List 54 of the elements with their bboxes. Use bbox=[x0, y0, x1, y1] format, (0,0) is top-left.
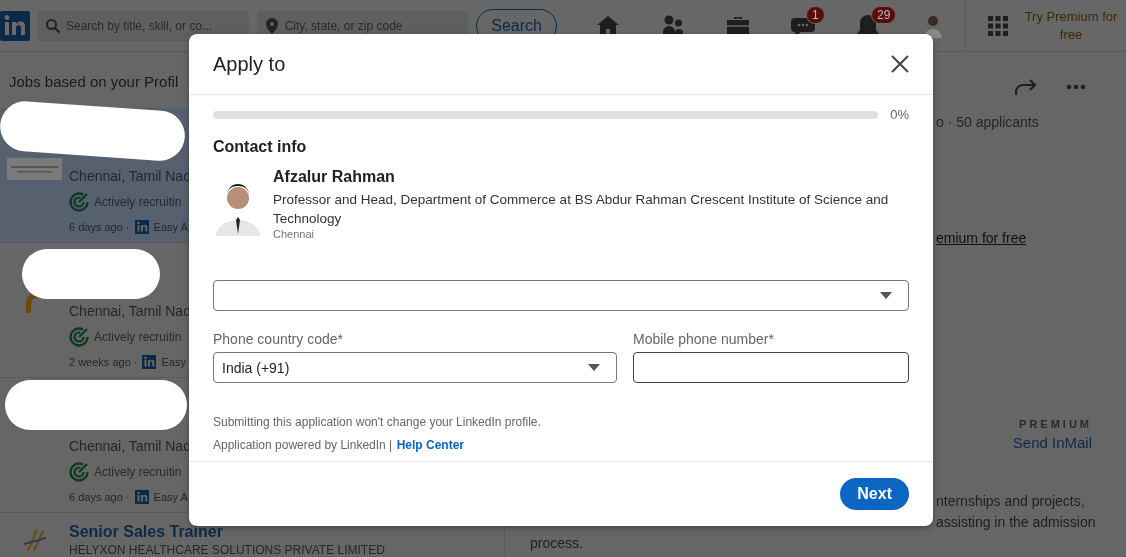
email-select[interactable] bbox=[213, 280, 909, 311]
job-description-text: nternships and projects, bbox=[936, 492, 1086, 511]
country-code-select[interactable]: India (+91) bbox=[213, 352, 617, 383]
linkedin-logo[interactable] bbox=[0, 10, 30, 41]
dropdown-caret-icon bbox=[588, 364, 600, 371]
help-center-link[interactable]: Help Center bbox=[396, 438, 465, 452]
field-label: Mobile phone number* bbox=[633, 331, 775, 347]
try-premium-link[interactable]: Try Premium for free bbox=[1016, 7, 1126, 44]
posted-time: 2 weeks ago · bbox=[69, 356, 138, 368]
job-description-text: assisting in the admission bbox=[936, 513, 1097, 532]
linkedin-icon bbox=[142, 355, 157, 369]
posted-time: 6 days ago · bbox=[69, 491, 130, 503]
job-list-heading: Jobs based on your Profil bbox=[9, 73, 179, 92]
recruiting-status: Actively recruitin bbox=[94, 465, 182, 479]
posted-time: 6 days ago · bbox=[69, 221, 130, 233]
easy-apply-label: Easy bbox=[161, 356, 186, 368]
mobile-phone-field[interactable] bbox=[633, 352, 909, 383]
send-inmail-link[interactable]: Send InMail bbox=[1012, 434, 1092, 451]
powered-by-text: Application powered by LinkedIn | bbox=[213, 438, 393, 452]
target-icon bbox=[69, 462, 89, 482]
linkedin-icon bbox=[134, 220, 149, 234]
job-description-text: process. bbox=[530, 534, 584, 553]
section-heading: Contact info bbox=[213, 138, 308, 156]
job-title-link[interactable]: Senior Sales Trainer bbox=[69, 523, 385, 541]
notification-badge: 29 bbox=[871, 5, 897, 24]
company-name: HELYXON HEALTHCARE SOLUTIONS PRIVATE LIMITED bbox=[69, 543, 385, 557]
linkedin-icon bbox=[134, 490, 149, 504]
premium-label: PREMIUM bbox=[1019, 418, 1092, 430]
company-logo-icon bbox=[7, 158, 62, 180]
company-logo-icon bbox=[23, 529, 46, 551]
apps-grid-icon[interactable] bbox=[986, 13, 1010, 38]
field-label: Phone country code* bbox=[213, 331, 344, 347]
recruiting-status: Actively recruitin bbox=[94, 330, 182, 344]
profile-headline: Professor and Head, Department of Commerce at BS Abdur Rahman Crescent Institute of Science and Technology bbox=[273, 191, 890, 228]
easy-apply-label: Easy A bbox=[153, 491, 188, 503]
close-icon[interactable] bbox=[891, 55, 909, 73]
dialog-title: Apply to bbox=[213, 52, 286, 76]
easy-apply-label: Easy A bbox=[153, 221, 188, 233]
recruiting-status: Actively recruitin bbox=[94, 195, 182, 209]
profile-location: Chennai bbox=[273, 228, 315, 240]
search-icon bbox=[45, 17, 61, 34]
premium-link[interactable]: emium for free bbox=[936, 230, 1126, 246]
disclaimer-text: Submitting this application won't change your LinkedIn profile. bbox=[213, 415, 542, 429]
target-icon bbox=[69, 327, 89, 347]
progress-percent: 0% bbox=[890, 107, 909, 122]
notification-badge: 1 bbox=[806, 5, 825, 24]
profile-name: Afzalur Rahman bbox=[273, 168, 396, 186]
more-icon[interactable] bbox=[1066, 84, 1086, 90]
share-icon[interactable] bbox=[1014, 77, 1038, 97]
applicants-count: o · 50 applicants bbox=[936, 114, 1040, 130]
next-button[interactable]: Next bbox=[840, 478, 909, 510]
location-pin-icon bbox=[265, 17, 278, 34]
dropdown-caret-icon bbox=[880, 292, 892, 299]
target-icon bbox=[69, 192, 89, 212]
